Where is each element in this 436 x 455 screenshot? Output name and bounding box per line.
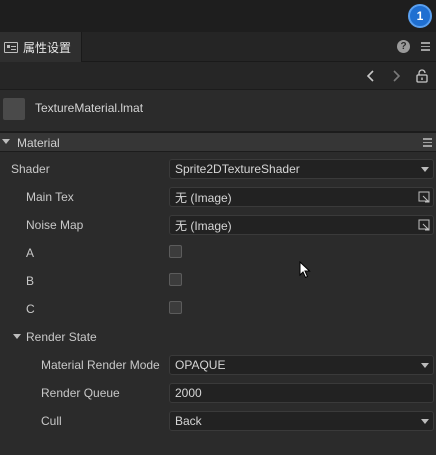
forward-arrow-icon[interactable] [388, 68, 404, 84]
collapse-arrow-icon[interactable] [2, 139, 10, 144]
mouse-cursor-icon [299, 260, 311, 282]
flag-c-label: C [26, 302, 35, 316]
notification-count: 1 [416, 9, 424, 23]
help-glyph: ? [400, 41, 407, 52]
tab-properties[interactable]: 属性设置 [0, 32, 82, 62]
asset-name: TextureMaterial.lmat [35, 101, 144, 115]
shader-value: Sprite2DTextureShader [175, 162, 300, 176]
noise-map-field[interactable]: 无 (Image) [169, 215, 434, 235]
chevron-down-icon [421, 419, 429, 424]
chevron-down-icon [421, 363, 429, 368]
top-bar: 1 [0, 0, 436, 32]
back-arrow-icon[interactable] [363, 68, 379, 84]
chevron-down-icon [421, 167, 429, 172]
flag-b-label: B [26, 274, 35, 288]
material-section-title: Material [17, 136, 60, 150]
cull-dropdown[interactable]: Back [169, 411, 434, 431]
tab-properties-label: 属性设置 [23, 40, 72, 55]
render-state-collapse-icon[interactable] [13, 334, 21, 339]
render-mode-dropdown[interactable]: OPAQUE [169, 355, 434, 375]
material-section-header[interactable]: Material [0, 132, 436, 152]
section-menu-icon[interactable] [423, 138, 432, 147]
panel-tab-bar: 属性设置 [0, 32, 436, 62]
properties-panel-icon [4, 41, 18, 53]
panel-menu-icon[interactable] [421, 42, 430, 51]
flag-c-checkbox[interactable] [169, 301, 182, 314]
render-queue-label: Render Queue [41, 386, 120, 400]
main-tex-value: 无 (Image) [175, 190, 232, 205]
render-queue-value: 2000 [175, 386, 202, 400]
cull-value: Back [175, 414, 202, 428]
main-tex-label: Main Tex [26, 190, 74, 204]
material-thumbnail [3, 98, 25, 120]
noise-map-label: Noise Map [26, 218, 84, 232]
main-tex-field[interactable]: 无 (Image) [169, 187, 434, 207]
notification-badge[interactable]: 1 [408, 4, 432, 28]
asset-header: TextureMaterial.lmat [0, 90, 436, 132]
shader-dropdown[interactable]: Sprite2DTextureShader [169, 159, 434, 179]
asset-picker-icon[interactable] [418, 219, 431, 231]
render-mode-label: Material Render Mode [41, 358, 160, 372]
noise-map-value: 无 (Image) [175, 218, 232, 233]
navigation-bar [0, 62, 436, 90]
render-queue-input[interactable]: 2000 [169, 383, 434, 403]
shader-label: Shader [11, 162, 50, 176]
flag-b-checkbox[interactable] [169, 273, 182, 286]
flag-a-checkbox[interactable] [169, 245, 182, 258]
lock-icon[interactable] [414, 68, 430, 84]
asset-picker-icon[interactable] [418, 191, 431, 203]
render-state-title[interactable]: Render State [26, 330, 97, 344]
help-icon[interactable]: ? [397, 40, 410, 53]
render-mode-value: OPAQUE [175, 358, 226, 372]
flag-a-label: A [26, 246, 35, 260]
cull-label: Cull [41, 414, 62, 428]
